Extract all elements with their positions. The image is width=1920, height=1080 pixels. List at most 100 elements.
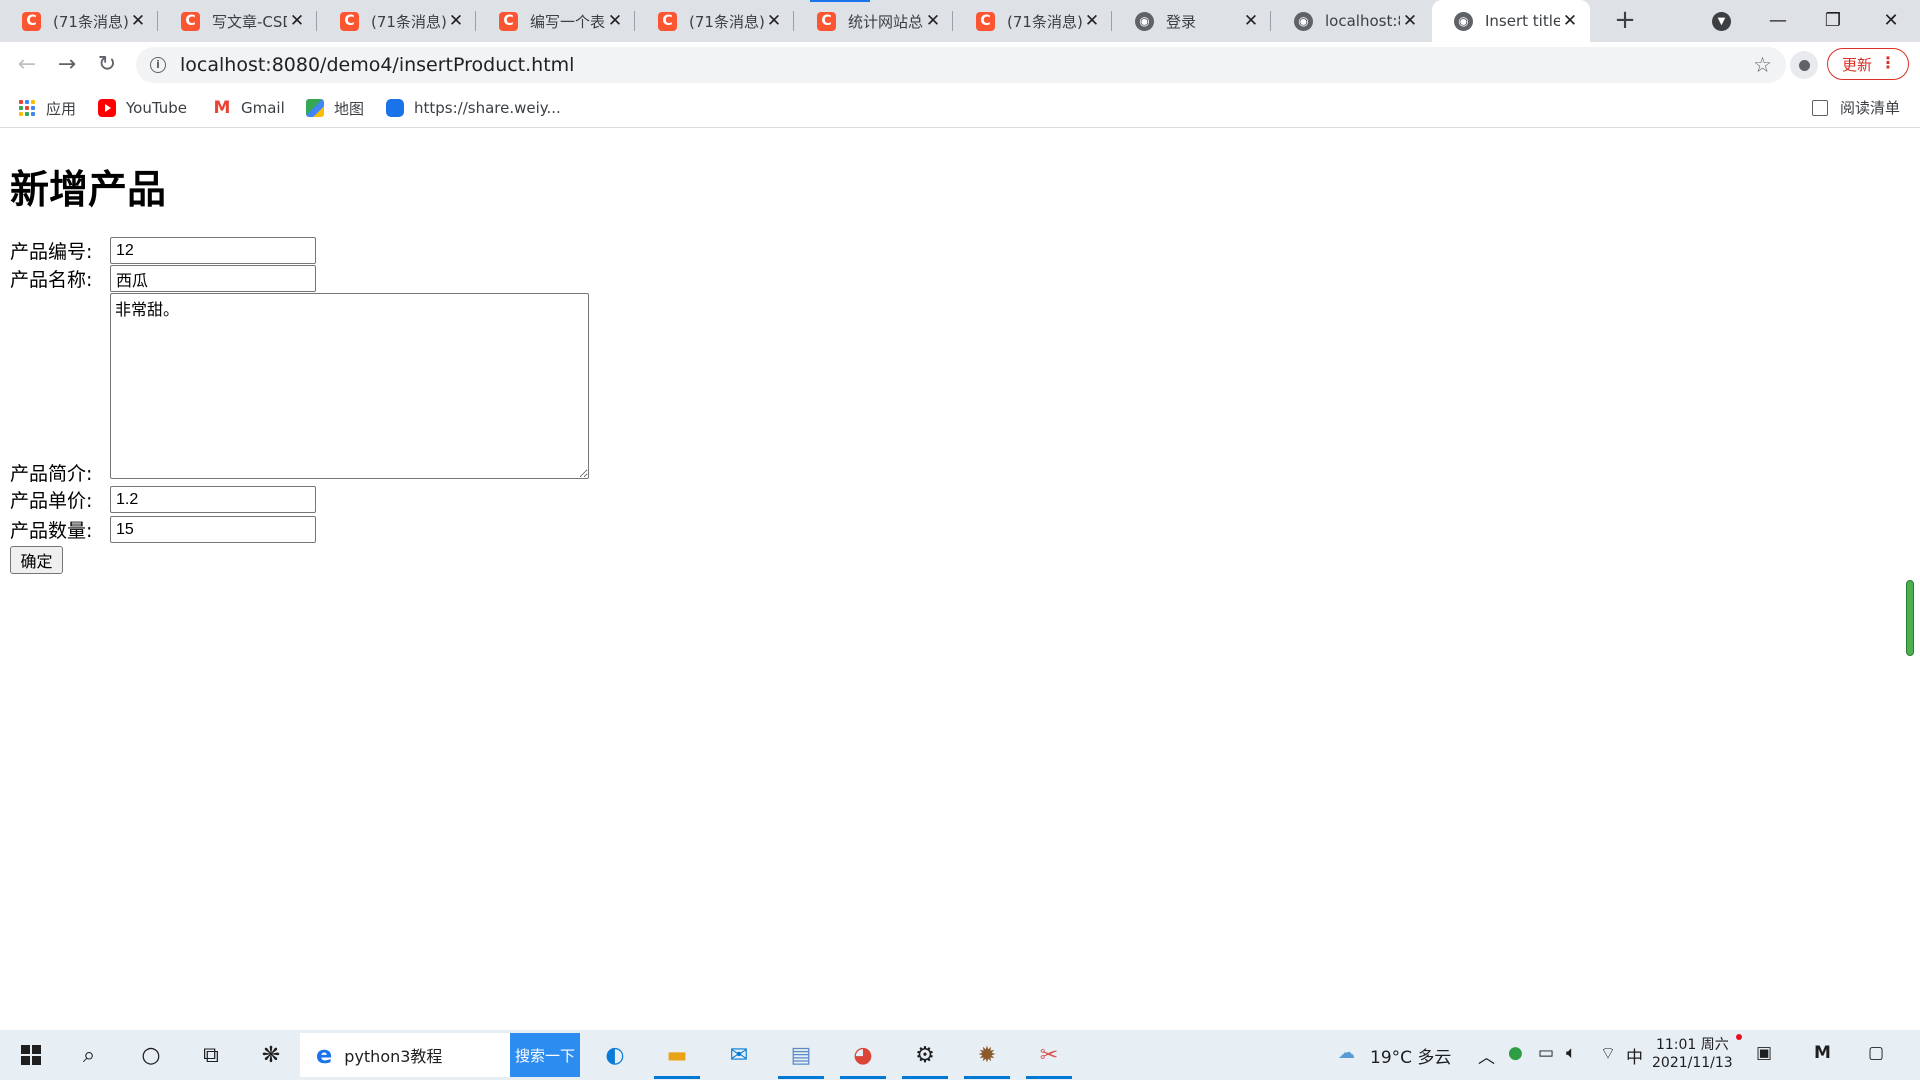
product-id-input[interactable] — [110, 237, 316, 264]
url-text[interactable]: localhost:8080/demo4/insertProduct.html — [180, 54, 574, 76]
tab-3[interactable]: C (71条消息) ✕ — [318, 0, 476, 42]
bookmark-label: Gmail — [241, 99, 285, 117]
submit-button[interactable]: 确定 — [10, 546, 63, 574]
reading-list[interactable]: 阅读清单 — [1812, 97, 1900, 118]
taskbar-clock[interactable]: 11:01 周六 2021/11/13 — [1652, 1036, 1733, 1072]
weather-cloud-icon[interactable]: ☁ — [1338, 1043, 1355, 1063]
maps-icon — [306, 99, 324, 117]
reading-list-icon — [1812, 99, 1828, 116]
taskbar-search-button[interactable]: 搜索一下 — [510, 1033, 580, 1077]
tab-separator — [316, 11, 317, 31]
minimize-icon[interactable]: — — [1755, 6, 1801, 36]
tab-close-icon[interactable]: ✕ — [446, 11, 466, 31]
forward-arrow-icon[interactable]: → — [52, 50, 82, 80]
tab-7[interactable]: C (71条消息) ✕ — [954, 0, 1112, 42]
pinned-app-icon[interactable]: ❋ — [256, 1040, 286, 1070]
action-center-icon[interactable]: ▢ — [1868, 1043, 1884, 1063]
ime-indicator[interactable]: 中 — [1626, 1043, 1643, 1068]
reload-icon[interactable]: ↻ — [92, 50, 122, 80]
tab-separator — [793, 11, 794, 31]
tab-close-icon[interactable]: ✕ — [1241, 11, 1261, 31]
csdn-icon: C — [340, 11, 359, 31]
product-price-input[interactable] — [110, 486, 316, 513]
site-info-icon[interactable]: i — [150, 57, 166, 73]
csdn-icon: C — [499, 11, 518, 31]
tab-1[interactable]: C (71条消息) ✕ — [0, 0, 158, 42]
person-icon — [1798, 59, 1810, 71]
bookmark-share[interactable]: https://share.weiy... — [386, 97, 561, 119]
tab-9[interactable]: ◉ localhost:8 ✕ — [1272, 0, 1430, 42]
mail-icon[interactable]: ✉ — [724, 1040, 754, 1070]
update-button[interactable]: 更新 ⋮ — [1827, 48, 1909, 80]
tab-close-icon[interactable]: ✕ — [923, 11, 943, 31]
scrollbar-thumb[interactable] — [1906, 580, 1914, 656]
wifi-icon[interactable]: ⌔ — [1600, 1043, 1616, 1064]
tab-search-chevron-icon[interactable]: ▼ — [1712, 12, 1731, 31]
tab-title: 统计网站总 — [848, 12, 923, 31]
battery-icon[interactable]: ▭ — [1538, 1043, 1554, 1063]
bookmark-maps[interactable]: 地图 — [306, 97, 364, 119]
restore-icon[interactable]: ❐ — [1810, 6, 1856, 36]
search-icon[interactable]: ⌕ — [74, 1040, 104, 1070]
clock-time: 11:01 周六 — [1655, 1037, 1729, 1053]
tab-close-icon[interactable]: ✕ — [128, 11, 148, 31]
volume-icon[interactable]: 🔈︎ — [1566, 1043, 1576, 1063]
tab-close-icon[interactable]: ✕ — [764, 11, 784, 31]
tab-5[interactable]: C (71条消息) ✕ — [636, 0, 794, 42]
product-description-textarea[interactable]: 非常甜。 — [110, 293, 589, 479]
page-title: 新增产品 — [10, 168, 167, 213]
bookmark-label: YouTube — [126, 99, 187, 117]
tab-close-icon[interactable]: ✕ — [287, 11, 307, 31]
notification-app-icon[interactable]: ▣ — [1756, 1043, 1772, 1063]
tab-title: (71条消息) — [53, 12, 128, 31]
tab-title: (71条消息) — [1007, 12, 1082, 31]
more-menu-icon[interactable]: ⋮ — [1880, 53, 1896, 72]
tab-title: Insert title — [1485, 12, 1560, 30]
widget-app-icon[interactable]: M — [1814, 1043, 1831, 1063]
tab-close-icon[interactable]: ✕ — [1082, 11, 1102, 31]
cortana-icon[interactable]: ○ — [136, 1040, 166, 1070]
product-name-input[interactable] — [110, 265, 316, 292]
bookmark-youtube[interactable]: YouTube — [98, 97, 187, 119]
security-app-icon[interactable]: ● — [1508, 1043, 1523, 1063]
tab-close-icon[interactable]: ✕ — [1560, 11, 1580, 31]
csdn-icon: C — [976, 11, 995, 31]
tab-close-icon[interactable]: ✕ — [605, 11, 625, 31]
tab-close-icon[interactable]: ✕ — [1400, 11, 1420, 31]
tab-separator — [634, 11, 635, 31]
close-window-icon[interactable]: ✕ — [1868, 6, 1914, 36]
product-quantity-input[interactable] — [110, 516, 316, 543]
tab-6[interactable]: C 统计网站总 ✕ — [795, 0, 953, 42]
bookmark-apps[interactable]: 应用 — [18, 97, 76, 119]
tab-2[interactable]: C 写文章-CSD ✕ — [159, 0, 317, 42]
file-explorer-icon[interactable]: ▬ — [654, 1040, 700, 1079]
tab-10-active[interactable]: ◉ Insert title ✕ — [1432, 0, 1590, 42]
bookmark-star-icon[interactable]: ☆ — [1753, 53, 1772, 77]
tab-8[interactable]: ◉ 登录 ✕ — [1113, 0, 1271, 42]
snipping-tool-icon[interactable]: ✂ — [1026, 1040, 1072, 1079]
tab-title: 编写一个表 — [530, 12, 605, 31]
csdn-icon: C — [181, 11, 200, 31]
weather-text[interactable]: 19°C 多云 — [1370, 1043, 1451, 1068]
csdn-icon: C — [658, 11, 677, 31]
archive-app-icon[interactable]: ▤ — [778, 1040, 824, 1079]
address-bar[interactable]: i localhost:8080/demo4/insertProduct.htm… — [136, 47, 1786, 83]
tab-4[interactable]: C 编写一个表 ✕ — [477, 0, 635, 42]
new-tab-plus-icon[interactable]: + — [1612, 7, 1638, 34]
tab-separator — [1270, 11, 1271, 31]
tab-title: 写文章-CSD — [212, 12, 287, 31]
chrome-icon[interactable]: ◕ — [840, 1040, 886, 1079]
profile-avatar-icon[interactable] — [1790, 51, 1818, 79]
settings-gear-icon[interactable]: ⚙ — [902, 1040, 948, 1079]
apps-grid-icon — [18, 99, 36, 117]
game-app-icon[interactable]: ✹ — [964, 1040, 1010, 1079]
tab-separator — [475, 11, 476, 31]
bookmark-label: https://share.weiy... — [414, 99, 561, 117]
edge-icon[interactable]: ◐ — [600, 1040, 630, 1070]
show-hidden-icons-icon[interactable]: ︿ — [1478, 1043, 1495, 1068]
bookmark-gmail[interactable]: M Gmail — [213, 97, 285, 119]
back-arrow-icon[interactable]: ← — [12, 50, 42, 80]
task-view-icon[interactable]: ⧉ — [196, 1040, 226, 1070]
csdn-icon: C — [817, 11, 836, 31]
windows-start-icon[interactable] — [16, 1040, 46, 1070]
